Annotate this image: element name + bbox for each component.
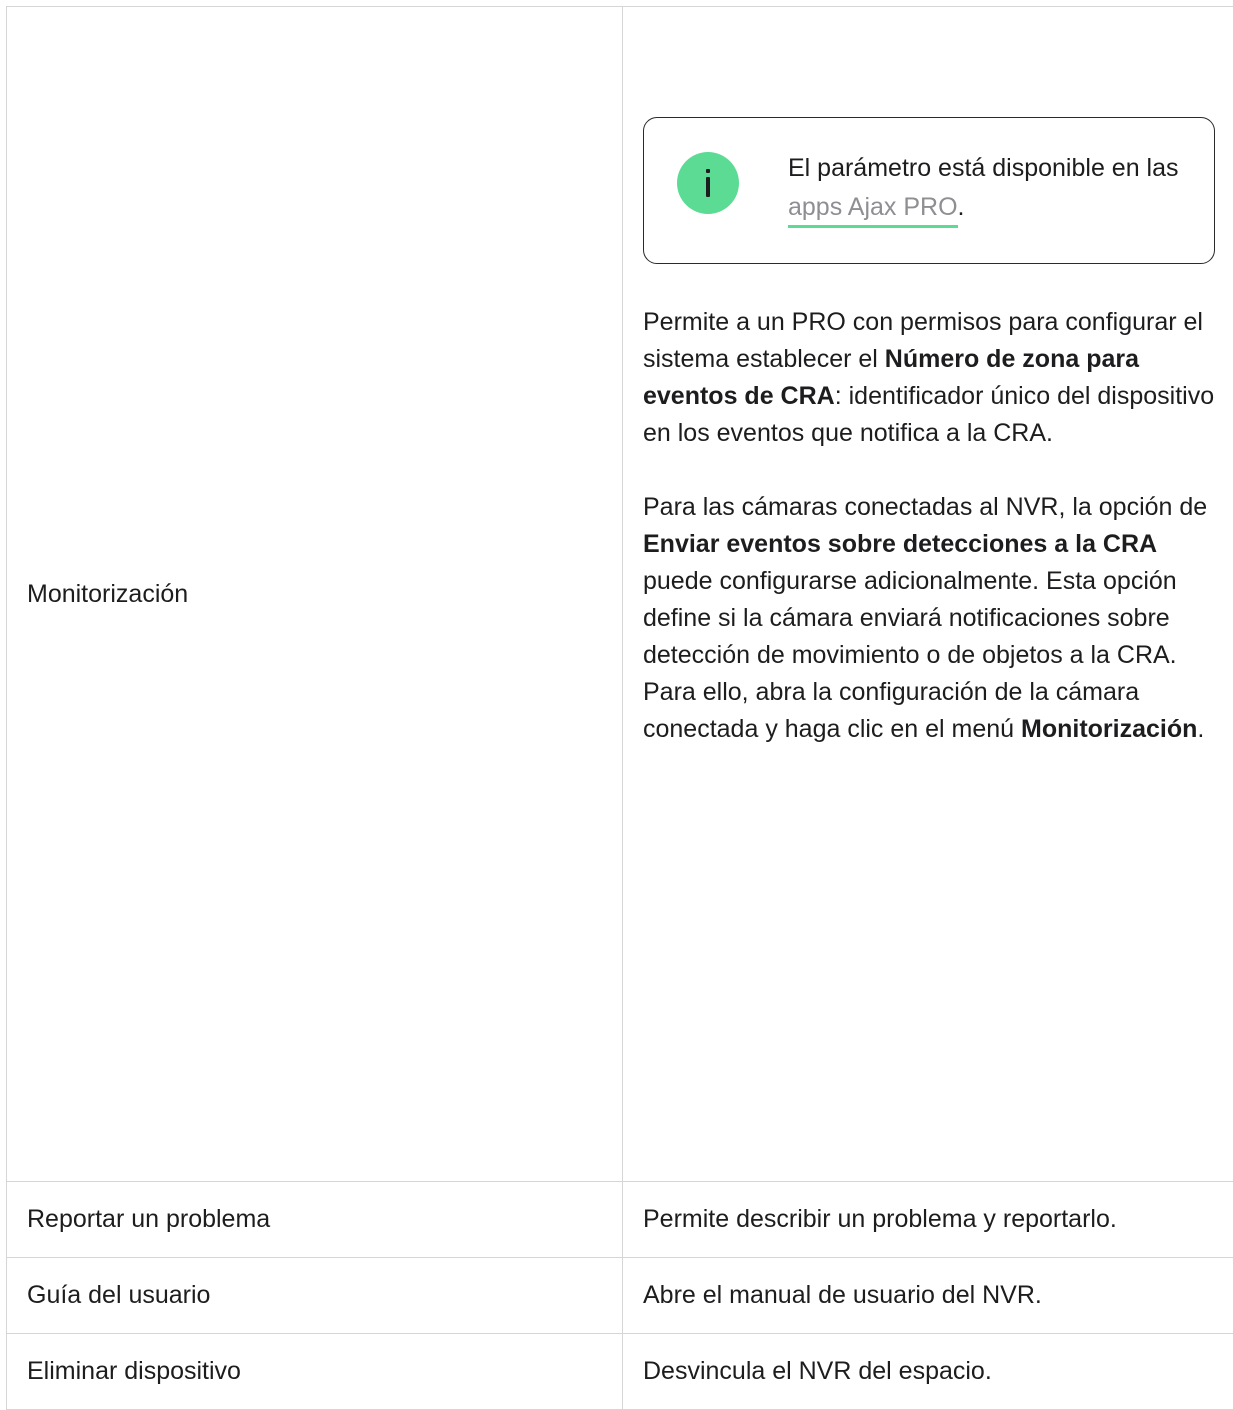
info-note-text-after: . <box>958 193 965 221</box>
info-note-text: El parámetro está disponible en las apps… <box>788 149 1194 227</box>
table-row: Eliminar dispositivo Desvincula el NVR d… <box>7 1334 1233 1410</box>
monitoring-paragraph-1: Permite a un PRO con permisos para confi… <box>643 304 1226 452</box>
setting-name: Guía del usuario <box>7 1258 623 1334</box>
p2-text-3: . <box>1197 715 1204 743</box>
p2-bold-monitoring: Monitorización <box>1021 715 1197 743</box>
apps-ajax-pro-link[interactable]: apps Ajax PRO <box>788 193 958 228</box>
info-note: El parámetro está disponible en las apps… <box>643 117 1215 264</box>
info-icon <box>677 152 739 214</box>
setting-name: Eliminar dispositivo <box>7 1334 623 1410</box>
setting-name: Monitorización <box>7 7 623 1182</box>
setting-description-text: Desvincula el NVR del espacio. <box>643 1357 992 1385</box>
setting-description: El parámetro está disponible en las apps… <box>623 7 1233 1182</box>
setting-name-label: Monitorización <box>27 580 188 608</box>
table-row: Monitorización El parámetro está disponi… <box>7 7 1233 1182</box>
setting-description-text: Permite describir un problema y reportar… <box>643 1205 1117 1233</box>
info-icon-bar <box>706 177 710 197</box>
setting-description: Permite describir un problema y reportar… <box>623 1182 1233 1258</box>
setting-name-label: Guía del usuario <box>27 1281 210 1309</box>
info-icon-dot <box>706 169 710 173</box>
setting-description: Abre el manual de usuario del NVR. <box>623 1258 1233 1334</box>
p2-text-1: Para las cámaras conectadas al NVR, la o… <box>643 493 1207 521</box>
setting-name-label: Reportar un problema <box>27 1205 270 1233</box>
setting-name-label: Eliminar dispositivo <box>27 1357 241 1385</box>
info-note-text-before: El parámetro está disponible en las <box>788 154 1179 182</box>
setting-description: Desvincula el NVR del espacio. <box>623 1334 1233 1410</box>
table-row: Guía del usuario Abre el manual de usuar… <box>7 1258 1233 1334</box>
p2-bold-send-events: Enviar eventos sobre detecciones a la CR… <box>643 530 1157 558</box>
monitoring-description: Permite a un PRO con permisos para confi… <box>643 304 1226 748</box>
setting-name: Reportar un problema <box>7 1182 623 1258</box>
setting-description-text: Abre el manual de usuario del NVR. <box>643 1281 1042 1309</box>
monitoring-paragraph-2: Para las cámaras conectadas al NVR, la o… <box>643 489 1226 748</box>
table-row: Reportar un problema Permite describir u… <box>7 1182 1233 1258</box>
settings-table: Monitorización El parámetro está disponi… <box>6 6 1233 1410</box>
